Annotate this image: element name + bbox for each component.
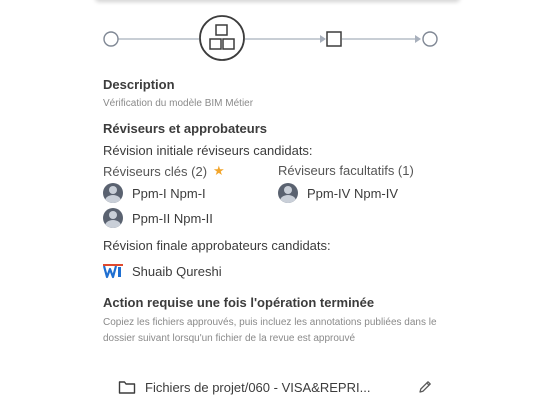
reviewer-name: Ppm-II Npm-II [132, 210, 213, 226]
optional-reviewers-title: Réviseurs facultatifs (1) [278, 163, 414, 178]
review-step-icon[interactable] [199, 15, 245, 61]
reviewer-name: Ppm-I Npm-I [132, 185, 206, 201]
avatar [103, 183, 123, 203]
workflow-approval-node[interactable] [326, 31, 342, 47]
avatar [103, 208, 123, 228]
description-text: Vérification du modèle BIM Métier [103, 98, 254, 109]
workflow-diagram [103, 15, 438, 61]
description-title: Description [103, 77, 175, 92]
optional-reviewers-label: Réviseurs facultatifs (1) [278, 163, 414, 178]
reviewer-name: Ppm-IV Npm-IV [307, 185, 399, 201]
reviewer-item[interactable]: Ppm-I Npm-I [103, 183, 206, 203]
arrow-icon [320, 35, 326, 43]
action-text: Copiez les fichiers approuvés, puis incl… [103, 317, 437, 344]
key-reviewers-label: Réviseurs clés (2) [103, 163, 208, 179]
final-approvers-title: Révision finale approbateurs candidats: [103, 238, 331, 253]
folder-icon [118, 381, 136, 394]
folder-path: Fichiers de projet/060 - VISA&REPRI... [145, 379, 371, 395]
action-title: Action requise une fois l'opération term… [103, 295, 375, 310]
reviewer-item[interactable]: Ppm-II Npm-II [103, 208, 213, 228]
workflow-start-node[interactable] [103, 31, 119, 47]
key-reviewers-title: Réviseurs clés (2) ★ [103, 163, 225, 179]
avatar [278, 183, 298, 203]
reviewer-item[interactable]: Ppm-IV Npm-IV [278, 183, 398, 203]
arrow-icon [415, 35, 421, 43]
reviewers-title: Réviseurs et approbateurs [103, 121, 268, 136]
approver-item[interactable]: Shuaib Qureshi [103, 261, 222, 281]
workflow-end-node[interactable] [422, 31, 438, 47]
star-icon: ★ [213, 163, 225, 178]
initial-reviewers-title: Révision initiale réviseurs candidats: [103, 143, 313, 158]
approver-logo-icon [103, 261, 123, 281]
destination-folder[interactable]: Fichiers de projet/060 - VISA&REPRI... [118, 377, 433, 397]
approver-name: Shuaib Qureshi [132, 263, 222, 279]
pencil-icon[interactable] [417, 379, 433, 395]
